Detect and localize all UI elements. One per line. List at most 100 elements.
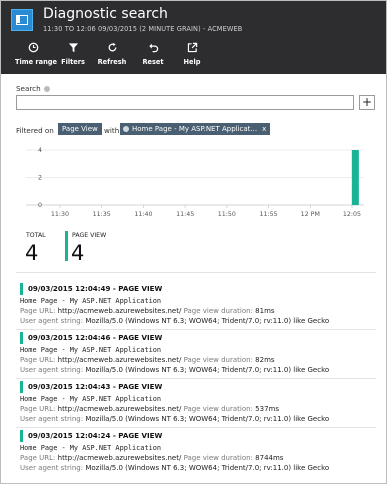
search-label-text: Search xyxy=(16,84,41,93)
y-tick-label: 2 xyxy=(38,175,42,182)
filter-with-label: with xyxy=(104,126,120,135)
event-color-bar xyxy=(20,332,23,344)
divider xyxy=(16,272,376,273)
diagnostic-search-blade: Diagnostic search 11:30 TO 12:06 09/03/2… xyxy=(0,0,387,484)
x-tick-label: 11:50 xyxy=(218,211,236,218)
remove-filter-icon[interactable]: x xyxy=(262,125,266,133)
y-tick-label: 0 xyxy=(38,202,42,209)
x-tick-label: 11:35 xyxy=(93,211,111,218)
ua-key: User agent string: xyxy=(20,464,84,472)
filter-page-pill[interactable]: Home Page - My ASP.NET Applicat... x xyxy=(120,123,271,135)
divider xyxy=(16,427,376,428)
blade-header: Diagnostic search 11:30 TO 12:06 09/03/2… xyxy=(1,1,386,74)
event-ua-line: User agent string: Mozilla/5.0 (Windows … xyxy=(20,464,329,472)
chart-svg: 4 2 0 11:30 11:35 11:40 11:45 11:50 11:55 12 PM 12… xyxy=(26,147,364,218)
external-link-icon xyxy=(181,42,203,56)
x-tick-label: 12:05 xyxy=(343,211,361,218)
blade-title: Diagnostic search xyxy=(43,6,168,22)
event-item[interactable]: 09/03/2015 12:04:46 - PAGE VIEW Home Pag… xyxy=(16,332,376,379)
x-tick-label: 11:40 xyxy=(134,211,152,218)
x-tick-label: 11:45 xyxy=(176,211,194,218)
info-icon[interactable] xyxy=(43,85,50,92)
event-item[interactable]: 09/03/2015 12:04:49 - PAGE VIEW Home Pag… xyxy=(16,283,376,330)
duration-key: Page view duration: xyxy=(183,356,253,364)
duration-key: Page view duration: xyxy=(183,405,253,413)
event-heading: 09/03/2015 12:04:24 - PAGE VIEW xyxy=(28,431,163,440)
event-ua-line: User agent string: Mozilla/5.0 (Windows … xyxy=(20,366,329,374)
event-ua: Mozilla/5.0 (Windows NT 6.3; WOW64; Trid… xyxy=(85,317,330,325)
event-name: Home Page - My ASP.NET Application xyxy=(20,346,162,354)
event-ua: Mozilla/5.0 (Windows NT 6.3; WOW64; Trid… xyxy=(85,464,330,472)
page-view-value[interactable]: 4 xyxy=(71,241,84,265)
duration-key: Page view duration: xyxy=(183,307,253,315)
url-key: Page URL: xyxy=(20,356,56,364)
event-url: http://acmeweb.azurewebsites.net/ xyxy=(57,307,182,315)
filters-button[interactable]: Filters xyxy=(59,42,87,70)
event-duration: 537ms xyxy=(255,405,279,413)
event-duration: 8744ms xyxy=(255,454,284,462)
add-search-button[interactable]: + xyxy=(359,95,375,110)
circle-icon xyxy=(123,125,129,132)
clock-icon xyxy=(15,42,51,56)
event-heading: 09/03/2015 12:04:49 - PAGE VIEW xyxy=(28,284,163,293)
chart-bar xyxy=(351,150,359,205)
total-value: 4 xyxy=(25,241,39,265)
filtered-on-label: Filtered on xyxy=(16,126,54,135)
y-tick-label: 4 xyxy=(38,147,42,154)
diagnostic-search-icon xyxy=(11,9,33,31)
event-name: Home Page - My ASP.NET Application xyxy=(20,297,162,305)
total-label: TOTAL xyxy=(26,232,46,239)
x-tick-label: 11:55 xyxy=(259,211,277,218)
event-ua-line: User agent string: Mozilla/5.0 (Windows … xyxy=(20,415,329,423)
duration-key: Page view duration: xyxy=(183,454,253,462)
filter-type-pill[interactable]: Page View xyxy=(58,123,102,135)
event-name: Home Page - My ASP.NET Application xyxy=(20,444,162,452)
divider xyxy=(16,329,376,330)
search-label: Search xyxy=(16,84,50,93)
url-key: Page URL: xyxy=(20,454,56,462)
page-view-color-bar xyxy=(65,231,68,261)
refresh-button[interactable]: Refresh xyxy=(97,42,127,70)
event-heading: 09/03/2015 12:04:43 - PAGE VIEW xyxy=(28,382,163,391)
ua-key: User agent string: xyxy=(20,415,84,423)
reset-button[interactable]: Reset xyxy=(141,42,165,70)
event-ua: Mozilla/5.0 (Windows NT 6.3; WOW64; Trid… xyxy=(85,366,330,374)
time-range-button[interactable]: Time range xyxy=(15,42,57,70)
undo-icon xyxy=(141,42,165,56)
event-color-bar xyxy=(20,381,23,393)
event-url-line: Page URL: http://acmeweb.azurewebsites.n… xyxy=(20,454,283,462)
url-key: Page URL: xyxy=(20,307,56,315)
filters-label: Filters xyxy=(61,58,85,66)
help-label: Help xyxy=(183,58,201,66)
x-tick-label: 12 PM xyxy=(301,211,320,218)
event-duration: 82ms xyxy=(255,356,275,364)
ua-key: User agent string: xyxy=(20,317,84,325)
event-url-line: Page URL: http://acmeweb.azurewebsites.n… xyxy=(20,356,275,364)
event-ua-line: User agent string: Mozilla/5.0 (Windows … xyxy=(20,317,329,325)
ua-key: User agent string: xyxy=(20,366,84,374)
event-url-line: Page URL: http://acmeweb.azurewebsites.n… xyxy=(20,405,279,413)
reset-label: Reset xyxy=(142,58,164,66)
refresh-icon xyxy=(97,42,127,56)
event-duration: 81ms xyxy=(255,307,275,315)
filter-page-text: Home Page - My ASP.NET Applicat... xyxy=(132,125,258,133)
page-view-chart: 4 2 0 11:30 11:35 11:40 11:45 11:50 11:55 12 PM 12… xyxy=(16,144,376,229)
event-color-bar xyxy=(20,283,23,295)
event-url: http://acmeweb.azurewebsites.net/ xyxy=(57,454,182,462)
event-ua: Mozilla/5.0 (Windows NT 6.3; WOW64; Trid… xyxy=(85,415,330,423)
refresh-label: Refresh xyxy=(97,58,127,66)
event-item[interactable]: 09/03/2015 12:04:43 - PAGE VIEW Home Pag… xyxy=(16,381,376,428)
divider xyxy=(16,378,376,379)
page-view-label: PAGE VIEW xyxy=(72,232,107,239)
help-button[interactable]: Help xyxy=(181,42,203,70)
event-name: Home Page - My ASP.NET Application xyxy=(20,395,162,403)
blade-subtitle: 11:30 TO 12:06 09/03/2015 (2 MINUTE GRAI… xyxy=(43,25,243,33)
funnel-icon xyxy=(59,42,87,56)
event-url-line: Page URL: http://acmeweb.azurewebsites.n… xyxy=(20,307,275,315)
url-key: Page URL: xyxy=(20,405,56,413)
x-tick-label: 11:30 xyxy=(51,211,69,218)
event-url: http://acmeweb.azurewebsites.net/ xyxy=(57,356,182,364)
time-range-label: Time range xyxy=(15,58,57,66)
event-item[interactable]: 09/03/2015 12:04:24 - PAGE VIEW Home Pag… xyxy=(16,430,376,477)
search-input[interactable] xyxy=(16,95,354,110)
